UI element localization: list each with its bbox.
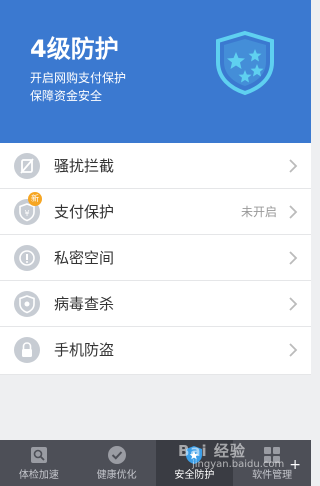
shield-stars-icon	[216, 30, 274, 96]
tab-label: 健康优化	[96, 470, 137, 481]
tab-health-optimize[interactable]: 健康优化	[78, 440, 156, 486]
tab-label: 体检加速	[18, 470, 59, 481]
search-icon	[30, 447, 47, 463]
chevron-right-icon	[289, 251, 298, 265]
virus-shield-icon	[14, 291, 40, 317]
plus-icon[interactable]: +	[289, 458, 301, 472]
feature-list: 骚扰拦截 ¥ 新 支付保护 未开启 私密空间 病毒查杀 手机防盗	[0, 143, 311, 375]
security-header: 4级防护 开启网购支付保护 保障资金安全	[0, 0, 311, 143]
check-icon	[107, 446, 126, 464]
block-icon	[14, 153, 40, 179]
privacy-icon	[14, 245, 40, 271]
chevron-right-icon	[289, 205, 298, 219]
chevron-right-icon	[289, 297, 298, 311]
chevron-right-icon	[289, 343, 298, 357]
list-item-harassment-block[interactable]: 骚扰拦截	[0, 143, 311, 189]
watermark-url: jingyan.baidu.com	[192, 459, 285, 470]
chevron-right-icon	[289, 159, 298, 173]
list-item-label: 病毒查杀	[54, 295, 115, 313]
list-item-label: 私密空间	[54, 249, 115, 267]
watermark-logo: Bai 经验	[178, 442, 246, 460]
list-item-anti-theft[interactable]: 手机防盗	[0, 327, 311, 375]
protection-level: 4级防护	[30, 35, 119, 63]
new-badge: 新	[28, 192, 42, 206]
list-item-label: 骚扰拦截	[54, 157, 115, 175]
header-subtitle-line2: 保障资金安全	[30, 89, 103, 103]
svg-text:¥: ¥	[24, 209, 29, 218]
list-item-payment-protection[interactable]: ¥ 新 支付保护 未开启	[0, 189, 311, 235]
header-subtitle-line1: 开启网购支付保护	[30, 71, 127, 85]
tab-label: 安全防护	[174, 470, 215, 481]
list-item-label: 手机防盗	[54, 341, 115, 359]
list-item-virus-scan[interactable]: 病毒查杀	[0, 281, 311, 327]
list-item-private-space[interactable]: 私密空间	[0, 235, 311, 281]
lock-icon	[14, 337, 40, 363]
list-item-label: 支付保护	[54, 203, 115, 221]
tab-checkup-speedup[interactable]: 体检加速	[0, 440, 78, 486]
status-text: 未开启	[240, 205, 277, 219]
